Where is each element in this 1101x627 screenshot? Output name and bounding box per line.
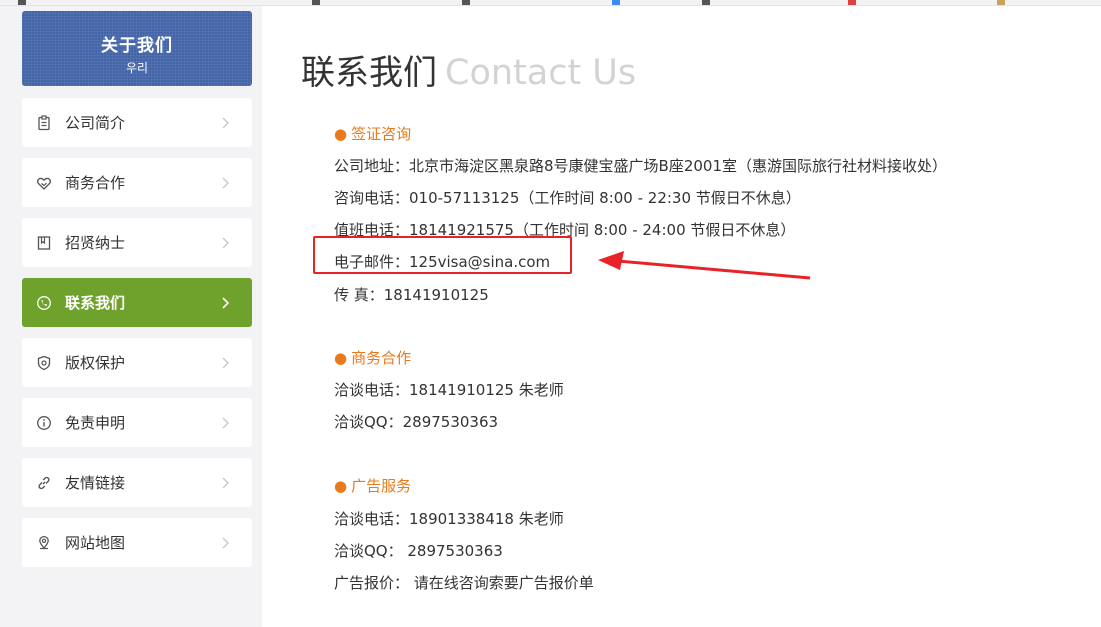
chevron-right-icon [222,296,230,309]
section-heading-label: 广告服务 [351,477,412,495]
contact-address: 公司地址：北京市海淀区黑泉路8号康健宝盛广场B座2001室（惠游国际旅行社材料接… [334,157,948,175]
sidebar-item-label: 招贤纳士 [65,234,126,252]
shield-icon [35,354,53,372]
sidebar-item-label: 版权保护 [65,354,126,372]
chevron-right-icon [222,477,229,488]
sidebar-item-label: 公司简介 [65,114,126,132]
bullet-dot: ● [334,349,348,367]
link-icon [35,474,53,492]
phone-icon [35,294,53,312]
sidebar-item-disclaimer[interactable]: 免责申明 [22,398,252,447]
info-icon [35,414,53,432]
sidebar-item-label: 商务合作 [65,174,126,192]
chevron-right-icon [222,117,229,128]
contact-fax: 传 真：18141910125 [334,286,489,304]
sidebar-item-business[interactable]: 商务合作 [22,158,252,207]
section-heading-ads: ● 广告服务 [334,475,411,496]
page-title-en: Contact Us [445,53,637,93]
bullet-dot: ● [334,477,348,495]
bullet-dot: ● [334,125,348,143]
page-title: 联系我们 Contact Us [301,45,636,94]
section-heading-label: 商务合作 [351,349,412,367]
sidebar-item-careers[interactable]: 招贤纳士 [22,218,252,267]
section-heading-visa: ● 签证咨询 [334,123,411,144]
chevron-right-icon [222,177,229,188]
clipboard-icon [35,114,53,132]
ads-phone: 洽谈电话：18901338418 朱老师 [334,510,564,528]
business-phone: 洽谈电话：18141910125 朱老师 [334,381,564,399]
sidebar-header: 关于我们 우리 [22,11,252,86]
sidebar-item-sitemap[interactable]: 网站地图 [22,518,252,567]
chevron-right-icon [222,357,229,368]
section-heading-business: ● 商务合作 [334,347,411,368]
map-pin-icon [35,534,53,552]
sidebar-item-label: 网站地图 [65,534,126,552]
sidebar-header-title: 关于我们 [101,36,173,56]
sidebar-item-copyright[interactable]: 版权保护 [22,338,252,387]
sidebar-item-label: 联系我们 [65,294,126,312]
section-heading-label: 签证咨询 [351,125,412,143]
sidebar-item-company-intro[interactable]: 公司简介 [22,98,252,147]
sidebar-item-links[interactable]: 友情链接 [22,458,252,507]
page-title-cn: 联系我们 [301,53,437,93]
chevron-right-icon [222,237,229,248]
sidebar-item-contact[interactable]: 联系我们 [22,278,252,327]
business-qq: 洽谈QQ：2897530363 [334,413,499,431]
ads-qq: 洽谈QQ： 2897530363 [334,542,503,560]
sidebar-item-label: 免责申明 [65,414,126,432]
ads-quote: 广告报价： 请在线咨询索要广告报价单 [334,574,594,592]
contact-phone: 咨询电话：010-57113125（工作时间 8:00 - 22:30 节假日不… [334,189,801,207]
email-highlight-box [313,236,572,274]
chevron-right-icon [222,417,229,428]
annotation-arrow-icon [598,251,811,280]
sidebar-header-subtitle: 우리 [125,61,149,75]
sidebar-item-label: 友情链接 [65,474,126,492]
handshake-icon [35,174,53,192]
bookmark-icon [35,234,53,252]
chevron-right-icon [222,537,229,548]
